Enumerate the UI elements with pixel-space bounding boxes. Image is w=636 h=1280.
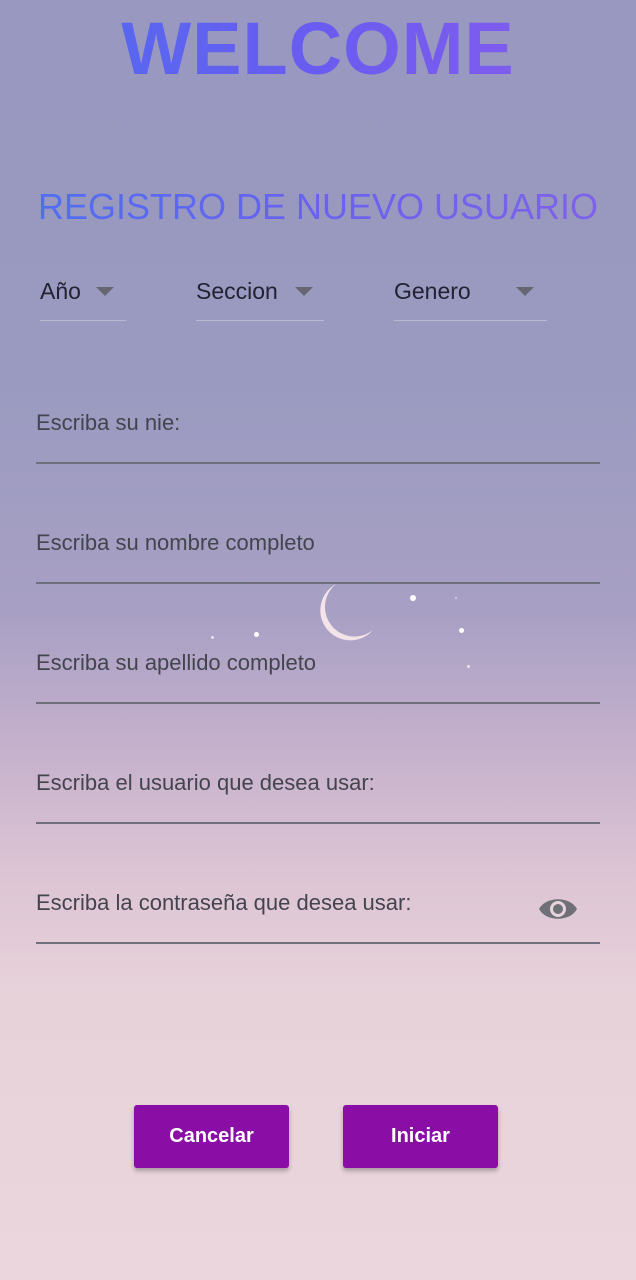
star-icon — [459, 628, 464, 633]
gender-dropdown-label: Genero — [394, 278, 471, 304]
star-icon — [254, 632, 259, 637]
username-input[interactable] — [36, 760, 604, 824]
caret-down-icon — [516, 287, 534, 296]
nie-field[interactable]: Escriba su nie: — [36, 400, 604, 464]
gender-dropdown[interactable]: Genero — [394, 268, 547, 321]
section-dropdown[interactable]: Seccion — [196, 268, 324, 321]
year-dropdown-label: Año — [40, 278, 81, 304]
cancel-button[interactable]: Cancelar — [134, 1105, 289, 1168]
eye-icon[interactable] — [538, 892, 578, 926]
star-icon — [455, 597, 457, 599]
start-button[interactable]: Iniciar — [343, 1105, 498, 1168]
star-icon — [211, 636, 214, 639]
password-field[interactable]: Escriba la contraseña que desea usar: — [36, 880, 604, 944]
registration-subtitle: REGISTRO DE NUEVO USUARIO — [0, 186, 636, 228]
star-icon — [410, 595, 416, 601]
year-dropdown[interactable]: Año — [40, 268, 126, 321]
surname-field[interactable]: Escriba su apellido completo — [36, 640, 604, 704]
caret-down-icon — [295, 287, 313, 296]
surname-input[interactable] — [36, 640, 604, 704]
caret-down-icon — [96, 287, 114, 296]
section-dropdown-label: Seccion — [196, 278, 278, 304]
welcome-title: WELCOME — [0, 6, 636, 91]
password-input[interactable] — [36, 880, 604, 944]
full-name-input[interactable] — [36, 520, 604, 584]
nie-input[interactable] — [36, 400, 604, 464]
full-name-field[interactable]: Escriba su nombre completo — [36, 520, 604, 584]
username-field[interactable]: Escriba el usuario que desea usar: — [36, 760, 604, 824]
